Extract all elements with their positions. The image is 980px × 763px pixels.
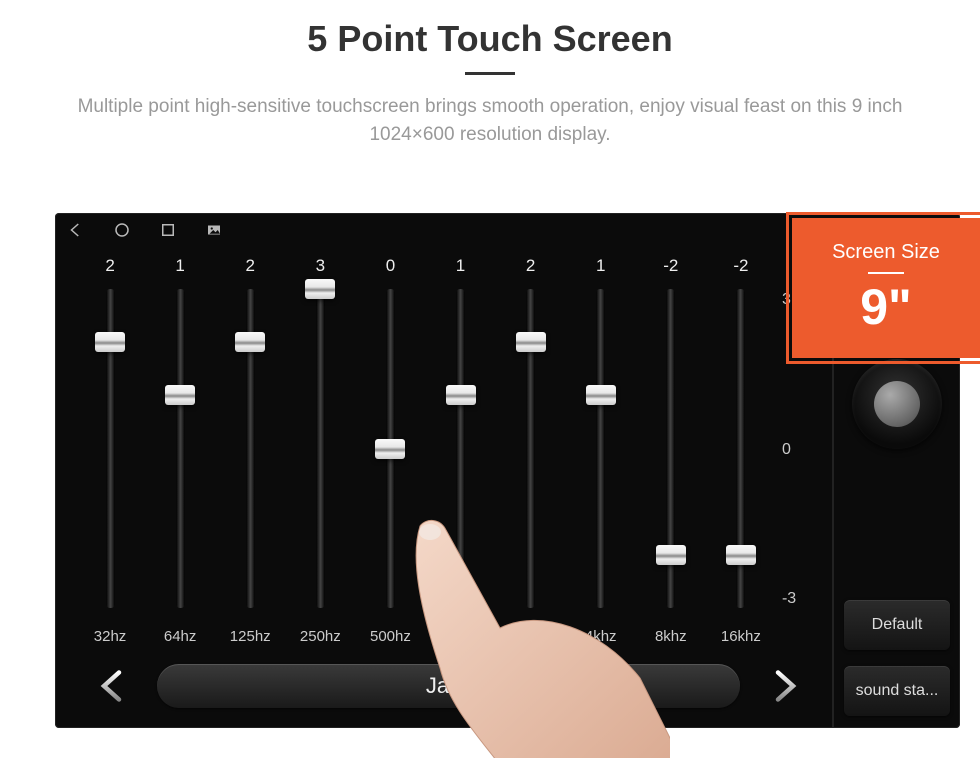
preset-row: Jazz	[75, 654, 822, 718]
eq-bands: 2 32hz 1 64hz 2 125hz 3 250hz 0 500hz 1 1khz 2 2khz 1 4…	[75, 253, 822, 654]
band-value: 2	[526, 253, 535, 279]
recent-icon[interactable]	[159, 221, 177, 239]
slider-knob[interactable]	[446, 385, 476, 405]
eq-slider[interactable]	[706, 279, 776, 618]
badge-value: 9"	[860, 278, 912, 336]
back-icon[interactable]	[67, 221, 85, 239]
slider-knob[interactable]	[95, 332, 125, 352]
eq-band: -2 8khz	[636, 253, 706, 654]
eq-slider[interactable]	[285, 279, 355, 618]
page-title: 5 Point Touch Screen	[0, 18, 980, 60]
eq-slider[interactable]	[145, 279, 215, 618]
eq-band: 1 64hz	[145, 253, 215, 654]
band-value: -2	[663, 253, 678, 279]
band-value: 2	[246, 253, 255, 279]
eq-band: 0 500hz	[355, 253, 425, 654]
eq-slider[interactable]	[75, 279, 145, 618]
scale-mid: 0	[782, 441, 822, 459]
home-icon[interactable]	[113, 221, 131, 239]
band-value: 0	[386, 253, 395, 279]
badge-divider	[868, 272, 904, 274]
preset-next-button[interactable]	[762, 664, 806, 708]
band-freq: 2khz	[515, 618, 547, 654]
band-value: 3	[316, 253, 325, 279]
eq-slider[interactable]	[496, 279, 566, 618]
band-value: 1	[456, 253, 465, 279]
slider-knob[interactable]	[165, 385, 195, 405]
eq-slider[interactable]	[566, 279, 636, 618]
eq-band: 2 32hz	[75, 253, 145, 654]
sound-stage-button[interactable]: sound sta...	[844, 666, 950, 716]
screensize-badge: Screen Size 9"	[792, 218, 980, 358]
slider-knob[interactable]	[516, 332, 546, 352]
eq-band: 1 1khz	[425, 253, 495, 654]
preset-prev-button[interactable]	[91, 664, 135, 708]
band-freq: 500hz	[370, 618, 411, 654]
balance-icon	[874, 381, 920, 427]
band-freq: 8khz	[655, 618, 687, 654]
badge-label: Screen Size	[832, 241, 940, 264]
equalizer-main: 2 32hz 1 64hz 2 125hz 3 250hz 0 500hz 1 1khz 2 2khz 1 4…	[55, 247, 832, 728]
page-subtitle: Multiple point high-sensitive touchscree…	[40, 93, 940, 148]
band-freq: 16khz	[721, 618, 761, 654]
eq-slider[interactable]	[355, 279, 425, 618]
band-freq: 250hz	[300, 618, 341, 654]
band-value: 1	[596, 253, 605, 279]
default-button[interactable]: Default	[844, 600, 950, 650]
eq-band: 2 125hz	[215, 253, 285, 654]
band-value: 1	[175, 253, 184, 279]
band-freq: 125hz	[230, 618, 271, 654]
title-underline	[465, 72, 515, 75]
slider-knob[interactable]	[235, 332, 265, 352]
band-value: -2	[733, 253, 748, 279]
eq-slider[interactable]	[636, 279, 706, 618]
band-freq: 1khz	[445, 618, 477, 654]
slider-knob[interactable]	[375, 439, 405, 459]
eq-band: 3 250hz	[285, 253, 355, 654]
eq-band: 1 4khz	[566, 253, 636, 654]
eq-slider[interactable]	[215, 279, 285, 618]
balance-button[interactable]	[852, 359, 942, 449]
preset-name-button[interactable]: Jazz	[157, 664, 740, 708]
slider-knob[interactable]	[726, 545, 756, 565]
scale-min: -3	[782, 590, 822, 608]
slider-knob[interactable]	[305, 279, 335, 299]
band-value: 2	[105, 253, 114, 279]
eq-slider[interactable]	[425, 279, 495, 618]
slider-knob[interactable]	[656, 545, 686, 565]
band-freq: 4khz	[585, 618, 617, 654]
band-freq: 32hz	[94, 618, 127, 654]
eq-band: -2 16khz	[706, 253, 776, 654]
slider-knob[interactable]	[586, 385, 616, 405]
eq-band: 2 2khz	[496, 253, 566, 654]
band-freq: 64hz	[164, 618, 197, 654]
gallery-icon[interactable]	[205, 221, 223, 239]
